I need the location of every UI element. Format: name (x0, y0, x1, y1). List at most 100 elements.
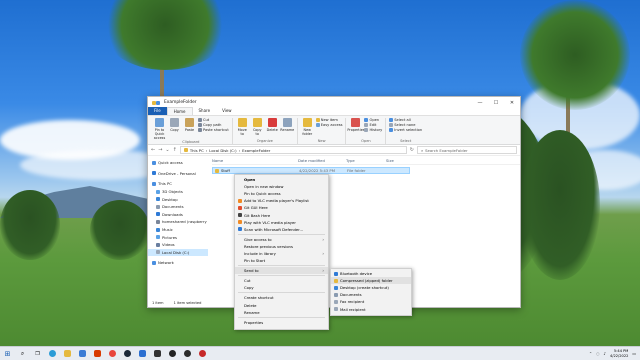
nav-item-onedrive[interactable]: OneDrive - Personal (152, 170, 208, 178)
menu-item-pin-start[interactable]: Pin to Start (235, 257, 328, 264)
up-arrow-icon[interactable]: ↑ (173, 147, 177, 153)
properties-button[interactable]: Properties (347, 118, 365, 139)
sendto-compressed-folder[interactable]: Compressed (zipped) folder (331, 277, 411, 285)
breadcrumb[interactable]: This PC › Local Disk (C:) › ExampleFolder (179, 146, 407, 154)
open-button[interactable]: Open (364, 118, 382, 122)
nav-item-music[interactable]: Music (152, 226, 208, 234)
sendto-fax-recipient[interactable]: Fax recipient (331, 298, 411, 305)
notification-icon[interactable]: ▭ (632, 351, 636, 356)
copy-path-button[interactable]: Copy path (198, 123, 229, 127)
search-input[interactable]: ⌕ Search ExampleFolder (417, 146, 517, 154)
paste-shortcut-button[interactable]: Paste shortcut (198, 128, 229, 132)
menu-item-open-new-window[interactable]: Open in new window (235, 183, 328, 190)
taskbar-record[interactable] (195, 347, 210, 360)
menu-item-scan-defender[interactable]: Scan with Microsoft Defender... (235, 226, 328, 233)
history-button[interactable]: History (364, 128, 382, 132)
nav-item-local-disk[interactable]: Local Disk (C:) (148, 248, 208, 257)
taskbar-edge[interactable] (45, 347, 60, 360)
sendto-desktop-shortcut[interactable]: Desktop (create shortcut) (331, 284, 411, 291)
chevron-up-icon[interactable]: ⌃ (589, 351, 592, 356)
menu-item-play-vlc[interactable]: Play with VLC media player (235, 219, 328, 226)
nav-item-network[interactable]: Network (152, 259, 208, 267)
easy-access-button[interactable]: Easy access (315, 123, 342, 127)
search-taskbar-button[interactable]: ⌕ (15, 347, 30, 360)
menu-item-git-bash[interactable]: Git Bash Here (235, 211, 328, 218)
nav-item-quick-access[interactable]: Quick access (152, 159, 208, 167)
recent-chevron-icon[interactable]: ⌄ (165, 147, 169, 153)
menu-item-include-library[interactable]: Include in library › (235, 250, 328, 257)
taskbar-app-blue[interactable] (135, 347, 150, 360)
menu-item-properties[interactable]: Properties (235, 319, 328, 326)
move-to-button[interactable]: Move to (236, 118, 249, 139)
taskbar-steam[interactable] (120, 347, 135, 360)
taskbar-file-explorer[interactable] (60, 347, 75, 360)
quick-access-toolbar-icon[interactable] (156, 100, 160, 105)
tab-home[interactable]: Home (166, 107, 193, 115)
menu-item-vlc-playlist[interactable]: Add to VLC media player's Playlist (235, 197, 328, 204)
tab-file[interactable]: File (148, 107, 167, 115)
new-item-button[interactable]: New item (315, 118, 343, 122)
taskbar-chrome[interactable] (105, 347, 120, 360)
menu-item-give-access[interactable]: Give access to › (235, 236, 328, 243)
nav-item-3d-objects[interactable]: 3D Objects (152, 188, 208, 196)
minimize-button[interactable]: — (472, 100, 488, 106)
column-type[interactable]: Type (346, 158, 386, 163)
menu-item-open[interactable]: Open (235, 176, 328, 183)
breadcrumb-this-pc[interactable]: This PC (190, 148, 204, 153)
menu-item-create-shortcut[interactable]: Create shortcut (235, 294, 328, 301)
menu-item-cut[interactable]: Cut (235, 277, 328, 284)
cut-button[interactable]: Cut (198, 118, 229, 122)
nav-item-desktop[interactable]: Desktop (152, 195, 208, 203)
forward-arrow-icon[interactable]: → (158, 147, 162, 153)
menu-item-send-to[interactable]: Send to › (235, 267, 328, 275)
sendto-documents[interactable]: Documents (331, 291, 411, 298)
refresh-icon[interactable]: ↻ (410, 147, 414, 153)
pin-quick-access-button[interactable]: Pin to Quick access (153, 118, 166, 140)
tab-view[interactable]: View (216, 107, 238, 115)
volume-icon[interactable]: ♪ (604, 351, 606, 356)
start-button[interactable]: ⊞ (0, 347, 15, 360)
breadcrumb-examplefolder[interactable]: ExampleFolder (242, 148, 270, 153)
rename-button[interactable]: Rename (280, 118, 294, 139)
column-date-modified[interactable]: Date modified (298, 158, 346, 163)
invert-selection-button[interactable]: Invert selection (389, 128, 422, 132)
network-icon[interactable]: ◌ (596, 351, 599, 356)
select-all-button[interactable]: Select all (389, 118, 422, 122)
menu-item-pin-quick-access[interactable]: Pin to Quick access (235, 190, 328, 197)
edit-button[interactable]: Edit (364, 123, 382, 127)
menu-item-copy[interactable]: Copy (235, 284, 328, 291)
menu-item-rename[interactable]: Rename (235, 309, 328, 316)
paste-button[interactable]: Paste (183, 118, 196, 140)
taskbar-store[interactable] (75, 347, 90, 360)
sendto-mail-recipient[interactable]: Mail recipient (331, 305, 411, 312)
nav-item-this-pc[interactable]: This PC (152, 180, 208, 188)
column-size[interactable]: Size (386, 158, 416, 163)
maximize-button[interactable]: ☐ (488, 100, 504, 106)
copy-button[interactable]: Copy (168, 118, 181, 140)
clock[interactable]: 5:44 PM 4/22/2022 (610, 349, 628, 358)
column-name[interactable]: Name (212, 158, 298, 163)
taskbar-terminal[interactable] (150, 347, 165, 360)
nav-item-pictures[interactable]: Pictures (152, 233, 208, 241)
nav-item-homeshared[interactable]: homeshared (raspberry (152, 218, 208, 226)
copy-to-button[interactable]: Copy to (251, 118, 264, 139)
delete-button[interactable]: Delete (266, 118, 279, 139)
menu-item-delete[interactable]: Delete (235, 302, 328, 309)
nav-item-downloads[interactable]: Downloads (152, 211, 208, 219)
select-none-button[interactable]: Select none (389, 123, 422, 127)
taskbar-office[interactable] (90, 347, 105, 360)
menu-item-git-gui[interactable]: Git GUI Here (235, 204, 328, 211)
task-view-button[interactable]: ❐ (30, 347, 45, 360)
nav-item-documents[interactable]: Documents (152, 203, 208, 211)
sendto-bluetooth[interactable]: Bluetooth device (331, 270, 411, 277)
taskbar-obs[interactable] (180, 347, 195, 360)
menu-item-restore-versions[interactable]: Restore previous versions (235, 243, 328, 250)
taskbar-epic[interactable] (165, 347, 180, 360)
table-row[interactable]: Stuff 4/22/2022 5:43 PM File folder (212, 167, 410, 174)
tab-share[interactable]: Share (193, 107, 217, 115)
back-arrow-icon[interactable]: ← (151, 147, 155, 153)
close-button[interactable]: ✕ (504, 100, 520, 106)
new-folder-button[interactable]: New folder (301, 118, 314, 139)
breadcrumb-local-disk[interactable]: Local Disk (C:) (209, 148, 236, 153)
nav-item-videos[interactable]: Videos (152, 241, 208, 249)
